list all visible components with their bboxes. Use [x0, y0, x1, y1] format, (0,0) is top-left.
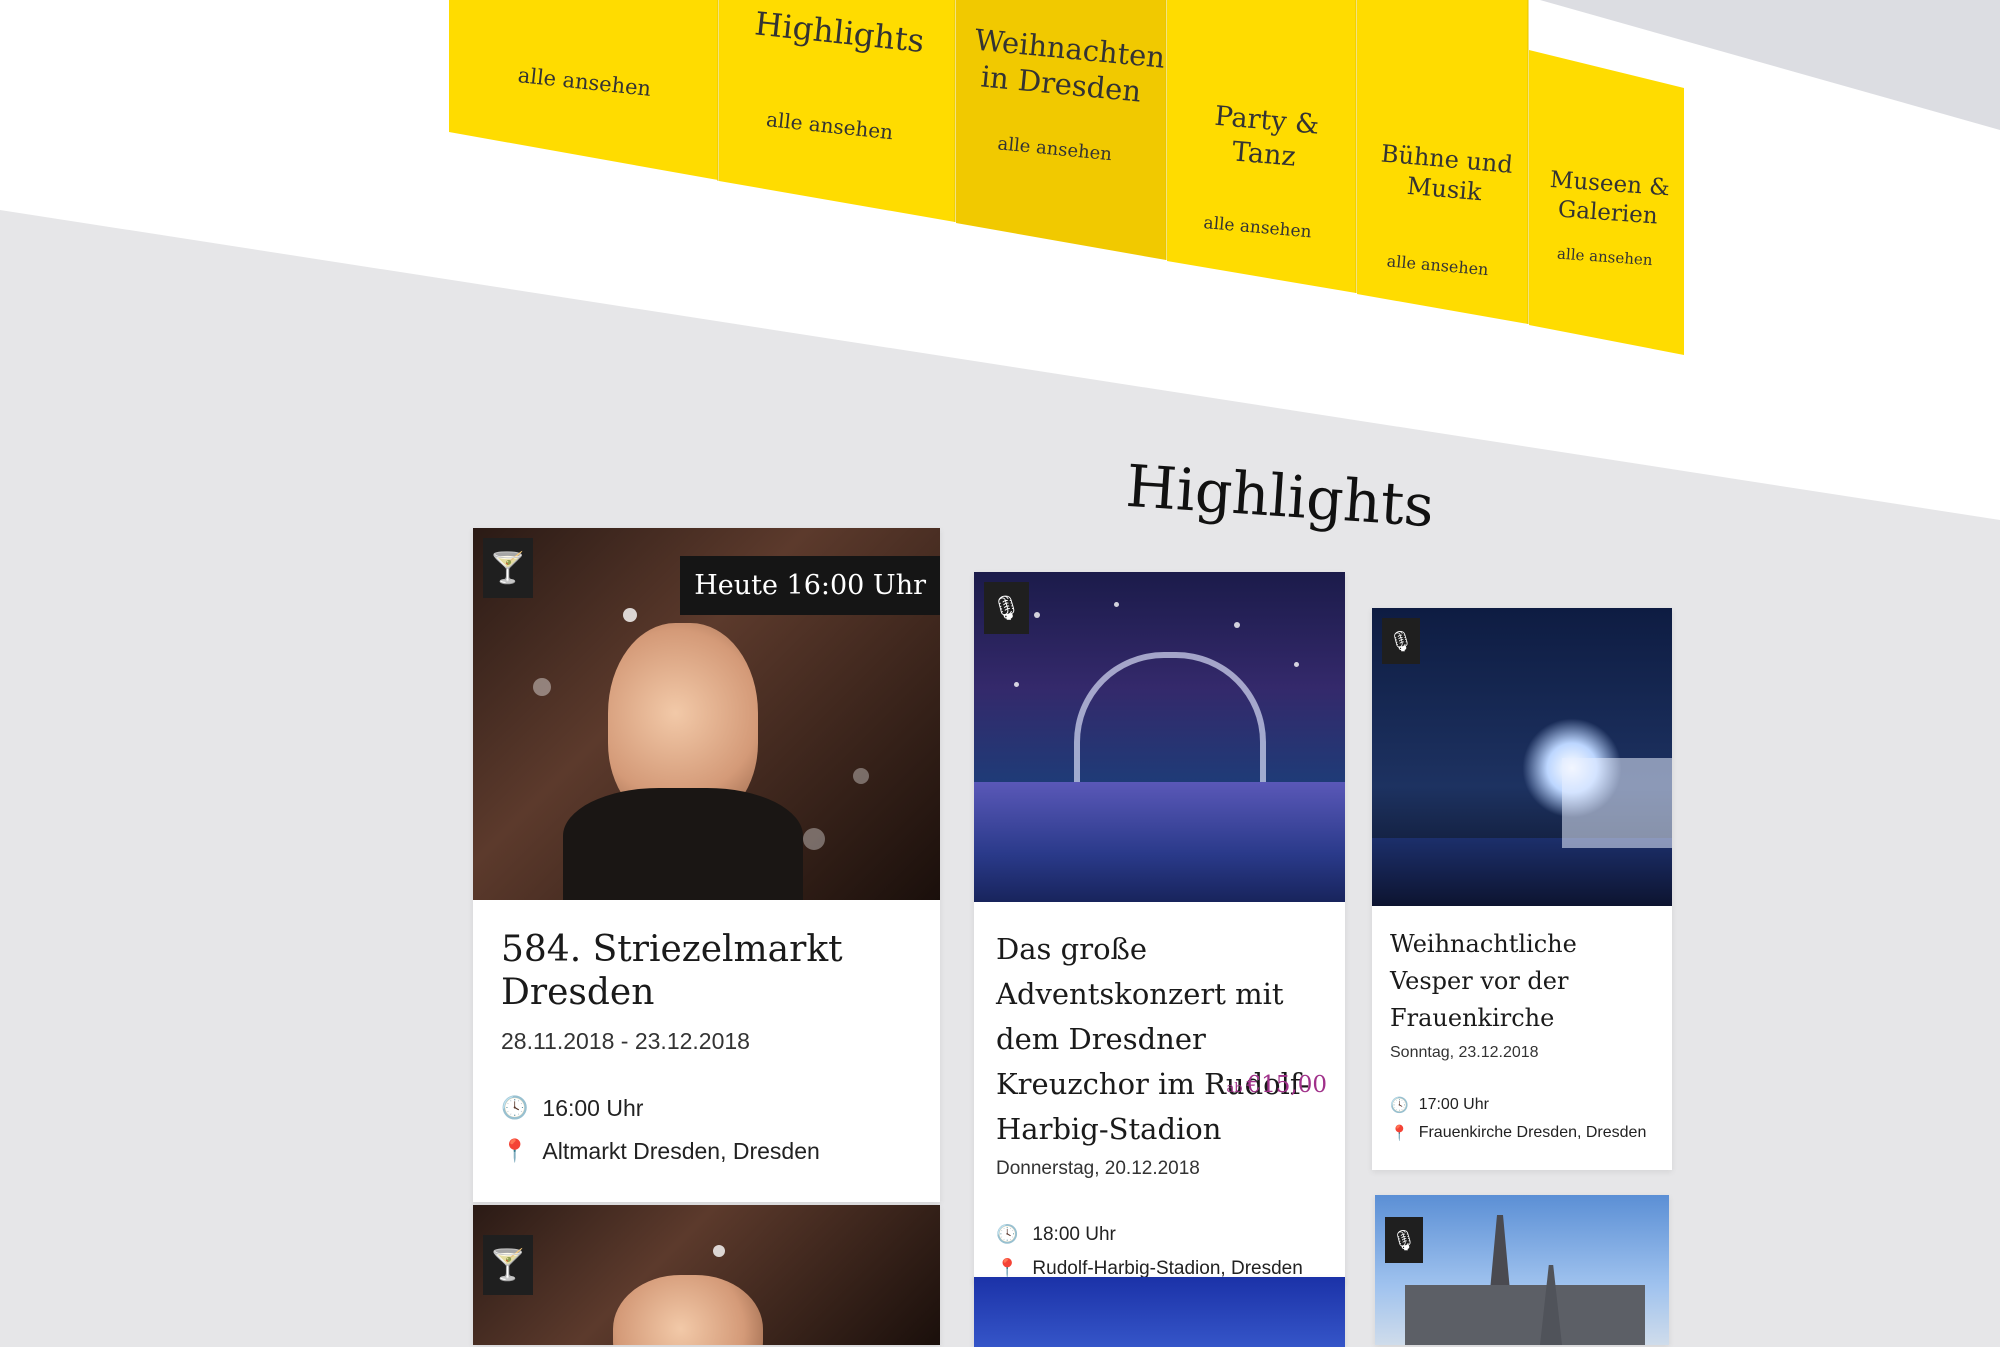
- microphone-icon: 🎙: [1382, 618, 1420, 664]
- microphone-icon: 🎙: [1385, 1217, 1423, 1263]
- nav-tile-highlights[interactable]: Highlights alle ansehen: [729, 2, 941, 148]
- event-date: Donnerstag, 20.12.2018: [996, 1157, 1200, 1179]
- event-time: 17:00 Uhr: [1418, 1095, 1489, 1113]
- location-pin-icon: 📍: [1390, 1123, 1409, 1142]
- event-location: Altmarkt Dresden, Dresden: [542, 1138, 820, 1165]
- nav-tile-title: Party & Tanz: [1213, 100, 1321, 173]
- event-title[interactable]: Das große Adventskonzert mit dem Dresdne…: [996, 927, 1323, 1152]
- event-card[interactable]: 🍸: [473, 1205, 940, 1345]
- event-card[interactable]: [974, 1277, 1345, 1347]
- event-date: Sonntag, 23.12.2018: [1390, 1043, 1539, 1061]
- event-photo: [974, 1277, 1345, 1347]
- location-pin-icon: 📍: [501, 1139, 529, 1165]
- card-body: Das große Adventskonzert mit dem Dresdne…: [974, 927, 1345, 1280]
- event-card[interactable]: 🎙 Weihnachtliche Vesper vor der Frauenki…: [1372, 608, 1672, 1170]
- event-time-row: 🕓 18:00 Uhr: [996, 1224, 1323, 1246]
- event-location-row: 📍 Altmarkt Dresden, Dresden: [501, 1138, 912, 1165]
- event-card[interactable]: 🎙 Das große Adventskonzert mit dem Dresd…: [974, 572, 1345, 1283]
- event-photo: [974, 572, 1345, 902]
- clock-icon: 🕓: [501, 1096, 529, 1122]
- card-body: Weihnachtliche Vesper vor der Frauenkirc…: [1372, 926, 1672, 1142]
- event-time: 16:00 Uhr: [542, 1095, 644, 1122]
- event-title[interactable]: Weihnachtliche Vesper vor der Frauenkirc…: [1390, 926, 1654, 1038]
- event-card[interactable]: 🍸 Heute 16:00 Uhr 584. Striezelmarkt Dre…: [473, 528, 940, 1202]
- nav-tile-weihnachten[interactable]: Weihnachten in Dresden alle ansehen: [964, 22, 1166, 168]
- clock-icon: 🕓: [1390, 1095, 1409, 1114]
- price-value: €15,00: [1246, 1072, 1327, 1098]
- event-time: 18:00 Uhr: [1032, 1223, 1116, 1245]
- event-date: 28.11.2018 - 23.12.2018: [501, 1028, 750, 1055]
- event-time-row: 🕓 17:00 Uhr: [1390, 1096, 1654, 1114]
- price-prefix: ab: [1226, 1081, 1243, 1096]
- microphone-icon: 🎙: [984, 582, 1029, 634]
- card-body: 584. Striezelmarkt Dresden 28.11.2018 - …: [473, 928, 940, 1165]
- event-location: Frauenkirche Dresden, Dresden: [1418, 1123, 1647, 1141]
- event-card[interactable]: 🎙: [1375, 1195, 1669, 1345]
- nav-tile-party[interactable]: Party & Tanz alle ansehen: [1174, 97, 1350, 244]
- time-badge: Heute 16:00 Uhr: [680, 556, 940, 615]
- cocktail-icon: 🍸: [483, 1235, 533, 1295]
- event-title[interactable]: 584. Striezelmarkt Dresden: [501, 928, 912, 1014]
- clock-icon: 🕓: [996, 1224, 1019, 1246]
- cocktail-icon: 🍸: [483, 538, 533, 598]
- event-location-row: 📍 Frauenkirche Dresden, Dresden: [1390, 1124, 1654, 1142]
- nav-tile-title: Museen & Galerien: [1549, 166, 1671, 230]
- nav-tile-museen[interactable]: Museen & Galerien alle ansehen: [1537, 165, 1678, 270]
- event-photo: [473, 1205, 940, 1345]
- event-price: ab €15,00: [1226, 1072, 1327, 1098]
- event-time-row: 🕓 16:00 Uhr: [501, 1095, 912, 1122]
- nav-tile-title: Bühne und Musik: [1379, 139, 1514, 207]
- nav-tile-buehne[interactable]: Bühne und Musik alle ansehen: [1360, 137, 1526, 281]
